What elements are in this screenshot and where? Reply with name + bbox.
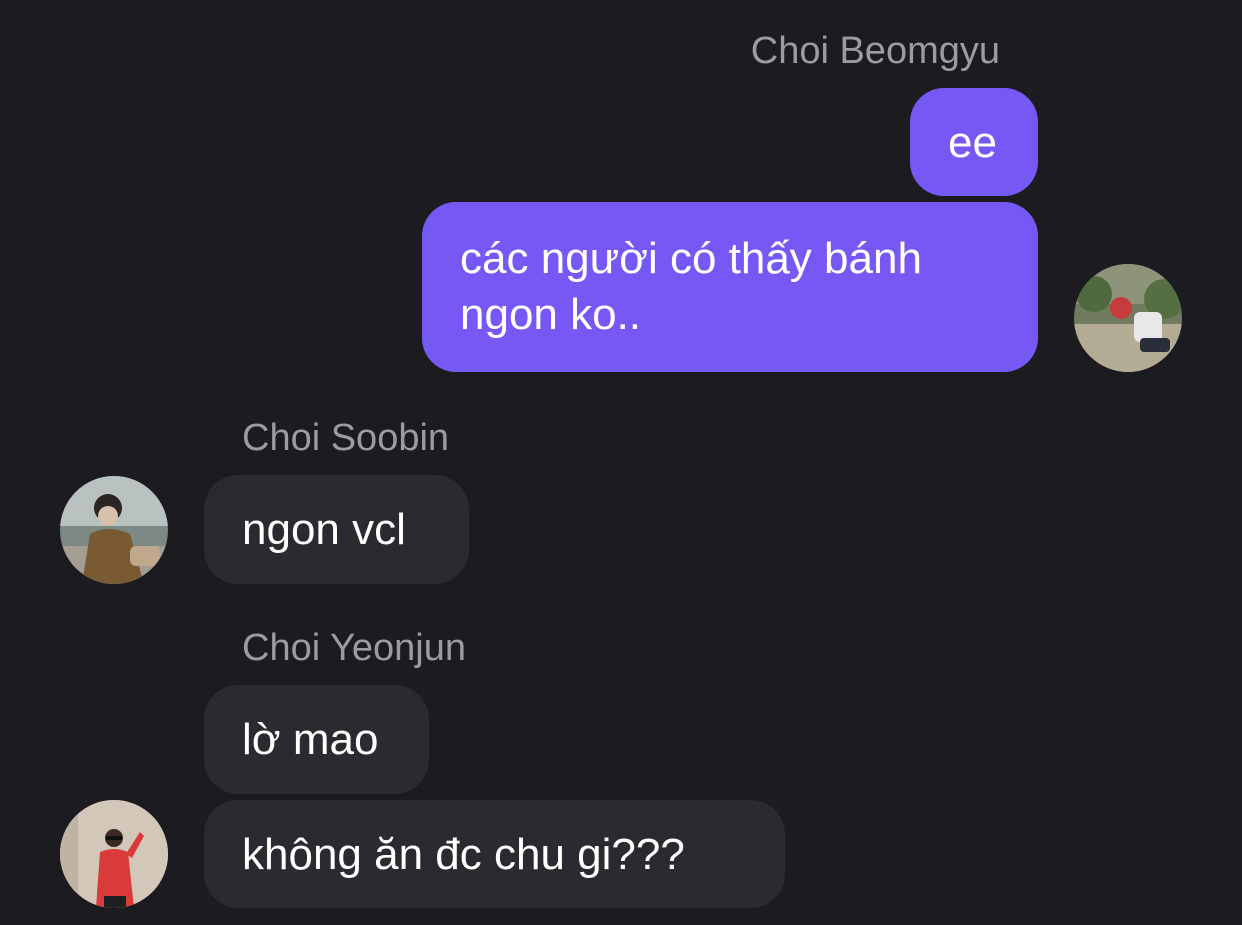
avatar[interactable] [1074,264,1182,372]
avatar[interactable] [60,476,168,584]
sender-name: Choi Yeonjun [242,627,466,669]
avatar-beomgyu-icon [1074,264,1182,372]
chat-thread: Choi Beomgyu ee các người có thấy bánh n… [0,0,1242,925]
message-bubble[interactable]: không ăn đc chu gi??? [204,800,785,908]
message-bubble[interactable]: ngon vcl [204,475,469,584]
avatar-soobin-icon [60,476,168,584]
avatar[interactable] [60,800,168,908]
avatar-yeonjun-icon [60,800,168,908]
message-bubble[interactable]: các người có thấy bánh ngon ko.. [422,202,1038,372]
sender-name: Choi Soobin [242,417,450,459]
sender-name: Choi Beomgyu [750,30,1000,72]
message-bubble[interactable]: ee [910,88,1038,196]
message-bubble[interactable]: lờ mao [204,685,429,794]
